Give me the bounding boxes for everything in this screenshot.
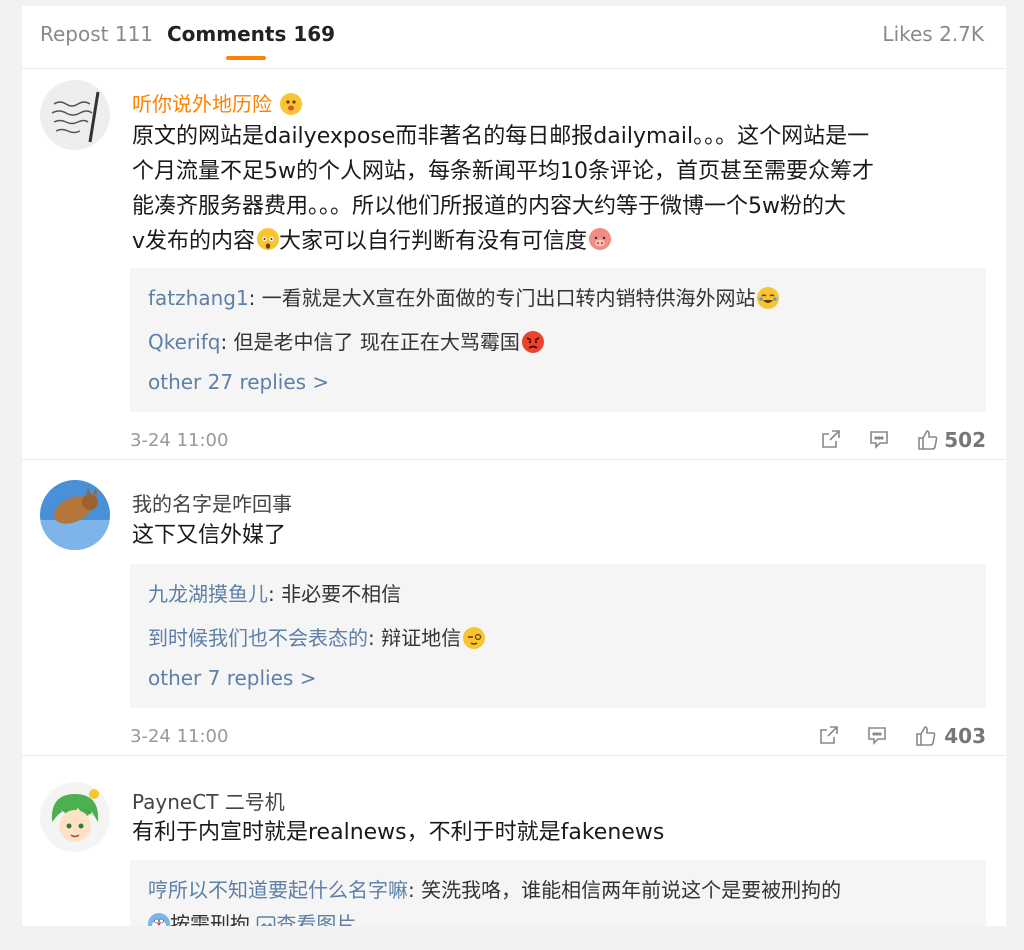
shocked-face-icon [257,228,280,250]
avatar[interactable] [40,782,110,852]
comment-footer: 3-24 11:00 403 [130,722,986,752]
tab-repost[interactable]: Repost 111 [40,22,153,46]
avatar[interactable] [40,480,110,550]
reply-username[interactable]: fatzhang1 [148,286,249,310]
comment-item: 我的名字是咋回事 这下又信外媒了 九龙湖摸鱼儿: 非必要不相信 到时候我们也不会… [22,460,1006,756]
reply-text: : 笑洗我咯，谁能相信两年前说这个是要被刑拘的 [408,878,842,902]
comment-text: 这下又信外媒了 [132,523,287,548]
comment-icon[interactable] [868,428,890,454]
reply-item: 九龙湖摸鱼儿: 非必要不相信 [148,578,401,607]
more-replies-link[interactable]: other 27 replies > [148,370,329,394]
reply-username[interactable]: 九龙湖摸鱼儿 [148,582,268,606]
reply-text: 按需刑拘 [170,912,250,926]
reply-text: : 一看就是大X宣在外面做的专门出口转内销特供海外网站 [248,286,756,310]
comment-username[interactable]: 我的名字是咋回事 [132,488,292,517]
reply-item: Qkerifq: 但是老中信了 现在正在大骂霉国 [148,326,544,355]
image-icon [257,916,276,926]
comment-icon[interactable] [866,724,888,750]
comment-time: 3-24 11:00 [130,726,229,747]
reply-box: 九龙湖摸鱼儿: 非必要不相信 到时候我们也不会表态的: 辩证地信 other 7… [130,564,986,708]
comment-item: PayneCT 二号机 有利于内宣时就是realnews，不利于时就是faken… [22,756,1006,926]
thinking-face-icon [463,627,486,649]
comment-text: 原文的网站是dailyexpose而非著名的每日邮报dailymail。。。这个… [132,124,874,254]
bottom-strip [0,926,1024,950]
angry-face-icon [521,331,544,353]
more-replies-link[interactable]: other 7 replies > [148,666,316,690]
like-count: 502 [944,428,986,452]
reply-box: 哼所以不知道要起什么名字嘛: 笑洗我咯，谁能相信两年前说这个是要被刑拘的 按需刑… [130,860,986,926]
reply-item: 到时候我们也不会表态的: 辩证地信 [148,622,486,651]
reply-item: 哼所以不知道要起什么名字嘛: 笑洗我咯，谁能相信两年前说这个是要被刑拘的 [148,874,841,903]
comment-text: 有利于内宣时就是realnews，不利于时就是fakenews [132,820,665,845]
reply-username[interactable]: 哼所以不知道要起什么名字嘛 [148,878,408,902]
reply-text: : 但是老中信了 现在正在大骂霉国 [220,330,520,354]
pig-face-icon [589,228,612,250]
reply-item: fatzhang1: 一看就是大X宣在外面做的专门出口转内销特供海外网站 [148,282,780,311]
avatar[interactable] [40,80,110,150]
view-image-link[interactable]: 查看图片 [256,912,356,926]
comment-item: 听你说外地历险 原文的网站是dailyexpose而非著名的每日邮报dailym… [22,68,1006,460]
thumbs-up-icon[interactable] [916,428,940,456]
comment-username[interactable]: PayneCT 二号机 [132,786,285,815]
share-icon[interactable] [818,724,840,750]
comments-panel: Repost 111 Comments 169 Likes 2.7K 听你说外地… [22,6,1006,926]
comment-footer: 3-24 11:00 502 [130,426,986,456]
tab-comments[interactable]: Comments 169 [167,22,335,46]
tab-bar: Repost 111 Comments 169 Likes 2.7K [22,6,1006,69]
doraemon-icon [148,913,170,926]
reply-username[interactable]: Qkerifq [148,330,220,354]
reply-username[interactable]: 到时候我们也不会表态的 [148,626,368,650]
comment-time: 3-24 11:00 [130,430,229,451]
reply-text: : 非必要不相信 [268,582,402,606]
comment-username[interactable]: 听你说外地历险 [132,88,303,117]
share-icon[interactable] [820,428,842,454]
thumbs-up-icon[interactable] [914,724,938,752]
like-count: 403 [944,724,986,748]
tab-likes[interactable]: Likes 2.7K [882,22,984,46]
active-tab-indicator [226,56,266,60]
reply-box: fatzhang1: 一看就是大X宣在外面做的专门出口转内销特供海外网站 Qke… [130,268,986,412]
reply-text: : 辩证地信 [368,626,462,650]
reply-item-continued: 按需刑拘 查看图片 [148,908,356,926]
surprised-face-icon [280,93,303,115]
laughing-crying-icon [757,287,780,309]
